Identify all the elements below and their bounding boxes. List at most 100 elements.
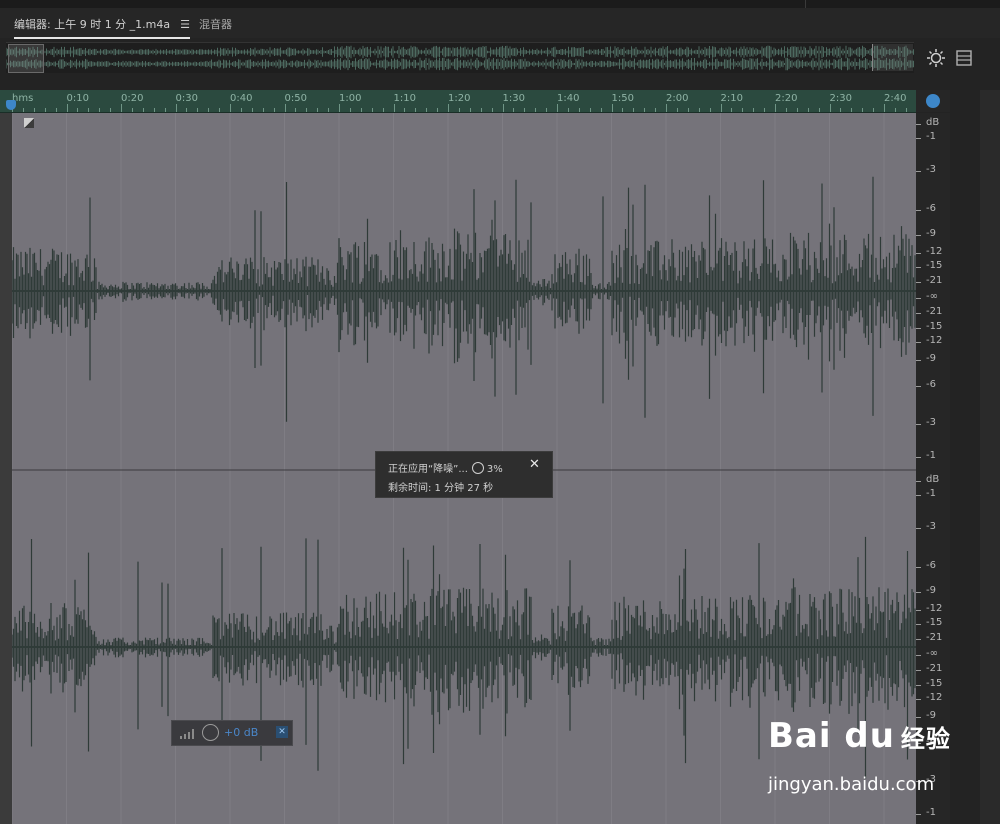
- tab-editor[interactable]: 编辑器: 上午 9 时 1 分 _1.m4a ☰: [14, 16, 191, 39]
- ruler-tick: [546, 108, 548, 112]
- db-label: -21: [926, 275, 943, 286]
- ruler-tick-label: 2:40: [884, 93, 907, 104]
- db-label: -1: [926, 488, 936, 499]
- ruler-tick: [382, 108, 384, 112]
- close-icon[interactable]: ✕: [529, 457, 540, 472]
- ruler-tick: [775, 104, 776, 112]
- progress-percent: 3%: [486, 464, 503, 475]
- ruler-tick-label: 1:40: [557, 93, 580, 104]
- zoom-sun-icon[interactable]: [926, 48, 946, 68]
- ruler-tick: [524, 108, 526, 112]
- db-label: -12: [926, 335, 943, 346]
- db-tick: [916, 424, 921, 425]
- ruler-tick: [393, 104, 395, 112]
- db-label: -12: [926, 246, 943, 257]
- ruler-tick: [589, 108, 591, 112]
- pin-icon[interactable]: ✕: [276, 726, 288, 738]
- time-remaining: 剩余时间: 1 分钟 27 秒: [388, 483, 494, 494]
- db-tick: [916, 528, 921, 529]
- progress-dialog: 正在应用“降噪”... 3% 剩余时间: 1 分钟 27 秒 ✕: [375, 451, 553, 498]
- ruler-tick-label: 0:10: [66, 93, 89, 104]
- right-rail: [950, 90, 980, 824]
- ruler-tick: [720, 104, 722, 112]
- ruler-tick: [99, 108, 101, 112]
- playhead-marker[interactable]: [6, 100, 16, 110]
- overview-navigator[interactable]: [6, 42, 914, 73]
- overview-selection-start[interactable]: [8, 44, 44, 73]
- ruler-tick: [687, 108, 689, 112]
- ruler-tick: [153, 108, 155, 112]
- db-tick: [916, 235, 921, 236]
- ruler-tick: [862, 108, 864, 112]
- ruler-tick: [186, 108, 188, 112]
- ruler-tick: [371, 108, 373, 112]
- ruler-tick-label: 1:50: [611, 93, 634, 104]
- tab-menu-icon[interactable]: ☰: [180, 18, 190, 31]
- progress-status: 正在应用“降噪”... 3%: [388, 460, 503, 475]
- ruler-tick: [415, 108, 417, 112]
- headphone-icon[interactable]: [926, 94, 940, 108]
- time-ruler[interactable]: hms 0:10 0:20 0:30 0:40 0:50 1:00 1:10 1:20 1:30 1…: [0, 90, 916, 113]
- overview-channel: [6, 57, 914, 71]
- panel-list-icon[interactable]: [956, 50, 972, 66]
- db-tick: [916, 814, 921, 815]
- ruler-tick: [796, 108, 798, 112]
- right-edge-panel: [980, 90, 1000, 824]
- ruler-tick: [44, 108, 46, 112]
- gain-hud: +0 dB ✕: [171, 720, 293, 746]
- ruler-tick-label: 1:20: [448, 93, 471, 104]
- ruler-tick: [611, 104, 613, 112]
- ruler-tick-label: 1:30: [502, 93, 525, 104]
- ruler-tick: [829, 104, 831, 112]
- db-label: -21: [926, 663, 943, 674]
- db-tick: [916, 386, 921, 387]
- db-label: -6: [926, 203, 936, 214]
- left-gutter: [0, 113, 12, 824]
- db-tick: [916, 282, 921, 283]
- overview-waveform: [6, 45, 914, 71]
- ruler-tick: [698, 108, 700, 112]
- db-label: -12: [926, 692, 943, 703]
- ruler-tick: [230, 104, 231, 112]
- ruler-tick: [88, 108, 90, 112]
- db-tick: [916, 685, 921, 686]
- top-strip: [0, 0, 1000, 8]
- db-tick: [916, 313, 921, 314]
- ruler-tick: [666, 104, 667, 112]
- ruler-tick: [349, 108, 351, 112]
- gain-value[interactable]: +0 dB: [224, 726, 258, 739]
- db-label: -3: [926, 164, 936, 175]
- ruler-tick: [317, 108, 319, 112]
- ruler-tick: [437, 108, 439, 112]
- ruler-tick: [360, 108, 362, 112]
- db-label: -12: [926, 603, 943, 614]
- ruler-tick: [818, 108, 820, 112]
- ruler-tick: [905, 108, 907, 112]
- ruler-tick-label: 2:30: [829, 93, 852, 104]
- ruler-tick: [142, 108, 144, 112]
- db-tick: [916, 298, 921, 299]
- overview-selection-end[interactable]: [872, 44, 913, 71]
- db-tick: [916, 138, 921, 139]
- db-tick: [916, 124, 921, 125]
- db-tick: [916, 624, 921, 625]
- gain-knob[interactable]: [202, 724, 219, 741]
- ruler-tick: [731, 108, 733, 112]
- db-tick: [916, 699, 921, 700]
- ruler-tick-label: 0:30: [175, 93, 198, 104]
- ruler-tick: [622, 108, 624, 112]
- ruler-tick: [480, 108, 482, 112]
- tab-mixer[interactable]: 混音器: [199, 16, 232, 32]
- progress-label: 正在应用“降噪”...: [388, 464, 468, 475]
- ruler-tick: [197, 108, 199, 112]
- db-label: -21: [926, 632, 943, 643]
- expand-corner-icon[interactable]: [24, 118, 34, 128]
- ruler-tick: [175, 104, 177, 112]
- ruler-tick: [709, 108, 711, 112]
- ruler-tick: [66, 104, 68, 112]
- db-label: -∞: [926, 648, 938, 659]
- ruler-tick: [273, 108, 275, 112]
- ruler-tick: [284, 104, 286, 112]
- ruler-tick: [513, 108, 515, 112]
- ruler-tick: [676, 108, 678, 112]
